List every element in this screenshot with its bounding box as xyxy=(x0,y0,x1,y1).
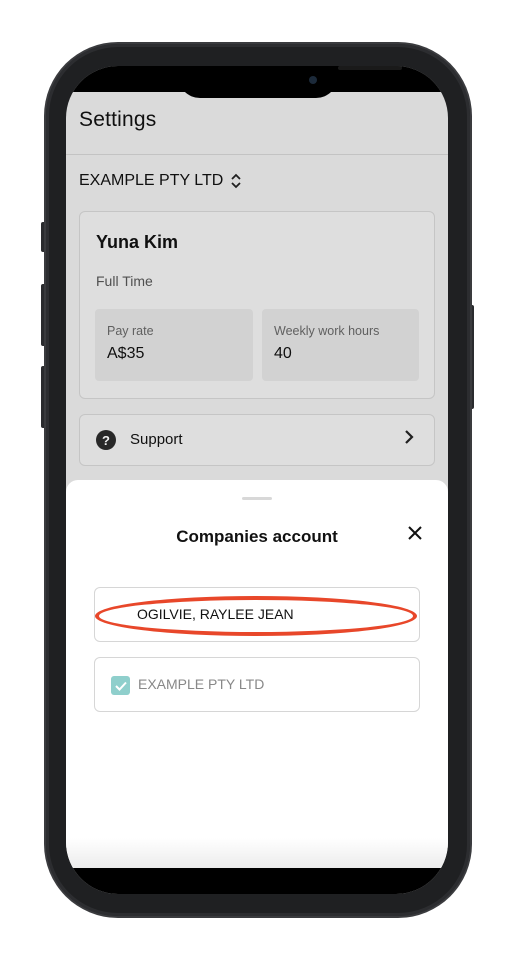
account-option[interactable]: EXAMPLE PTY LTD xyxy=(94,657,420,712)
speaker-grille xyxy=(338,66,402,70)
companies-account-sheet: Companies account OGILVIE, RAYLEE JEAN E… xyxy=(66,480,448,894)
modal-overlay[interactable] xyxy=(66,66,448,506)
bottom-fade xyxy=(66,838,448,868)
account-option-label: EXAMPLE PTY LTD xyxy=(138,676,265,692)
notch xyxy=(178,66,402,98)
home-indicator-area xyxy=(66,868,448,894)
checkbox-checked-icon[interactable] xyxy=(111,676,130,695)
sheet-title: Companies account xyxy=(176,527,338,546)
phone-screen: Settings EXAMPLE PTY LTD Yuna Kim Full T… xyxy=(66,66,448,894)
highlight-ellipse-annotation xyxy=(95,596,417,636)
close-icon[interactable] xyxy=(408,524,422,544)
camera-icon xyxy=(309,76,317,84)
sheet-drag-handle[interactable] xyxy=(242,497,272,500)
